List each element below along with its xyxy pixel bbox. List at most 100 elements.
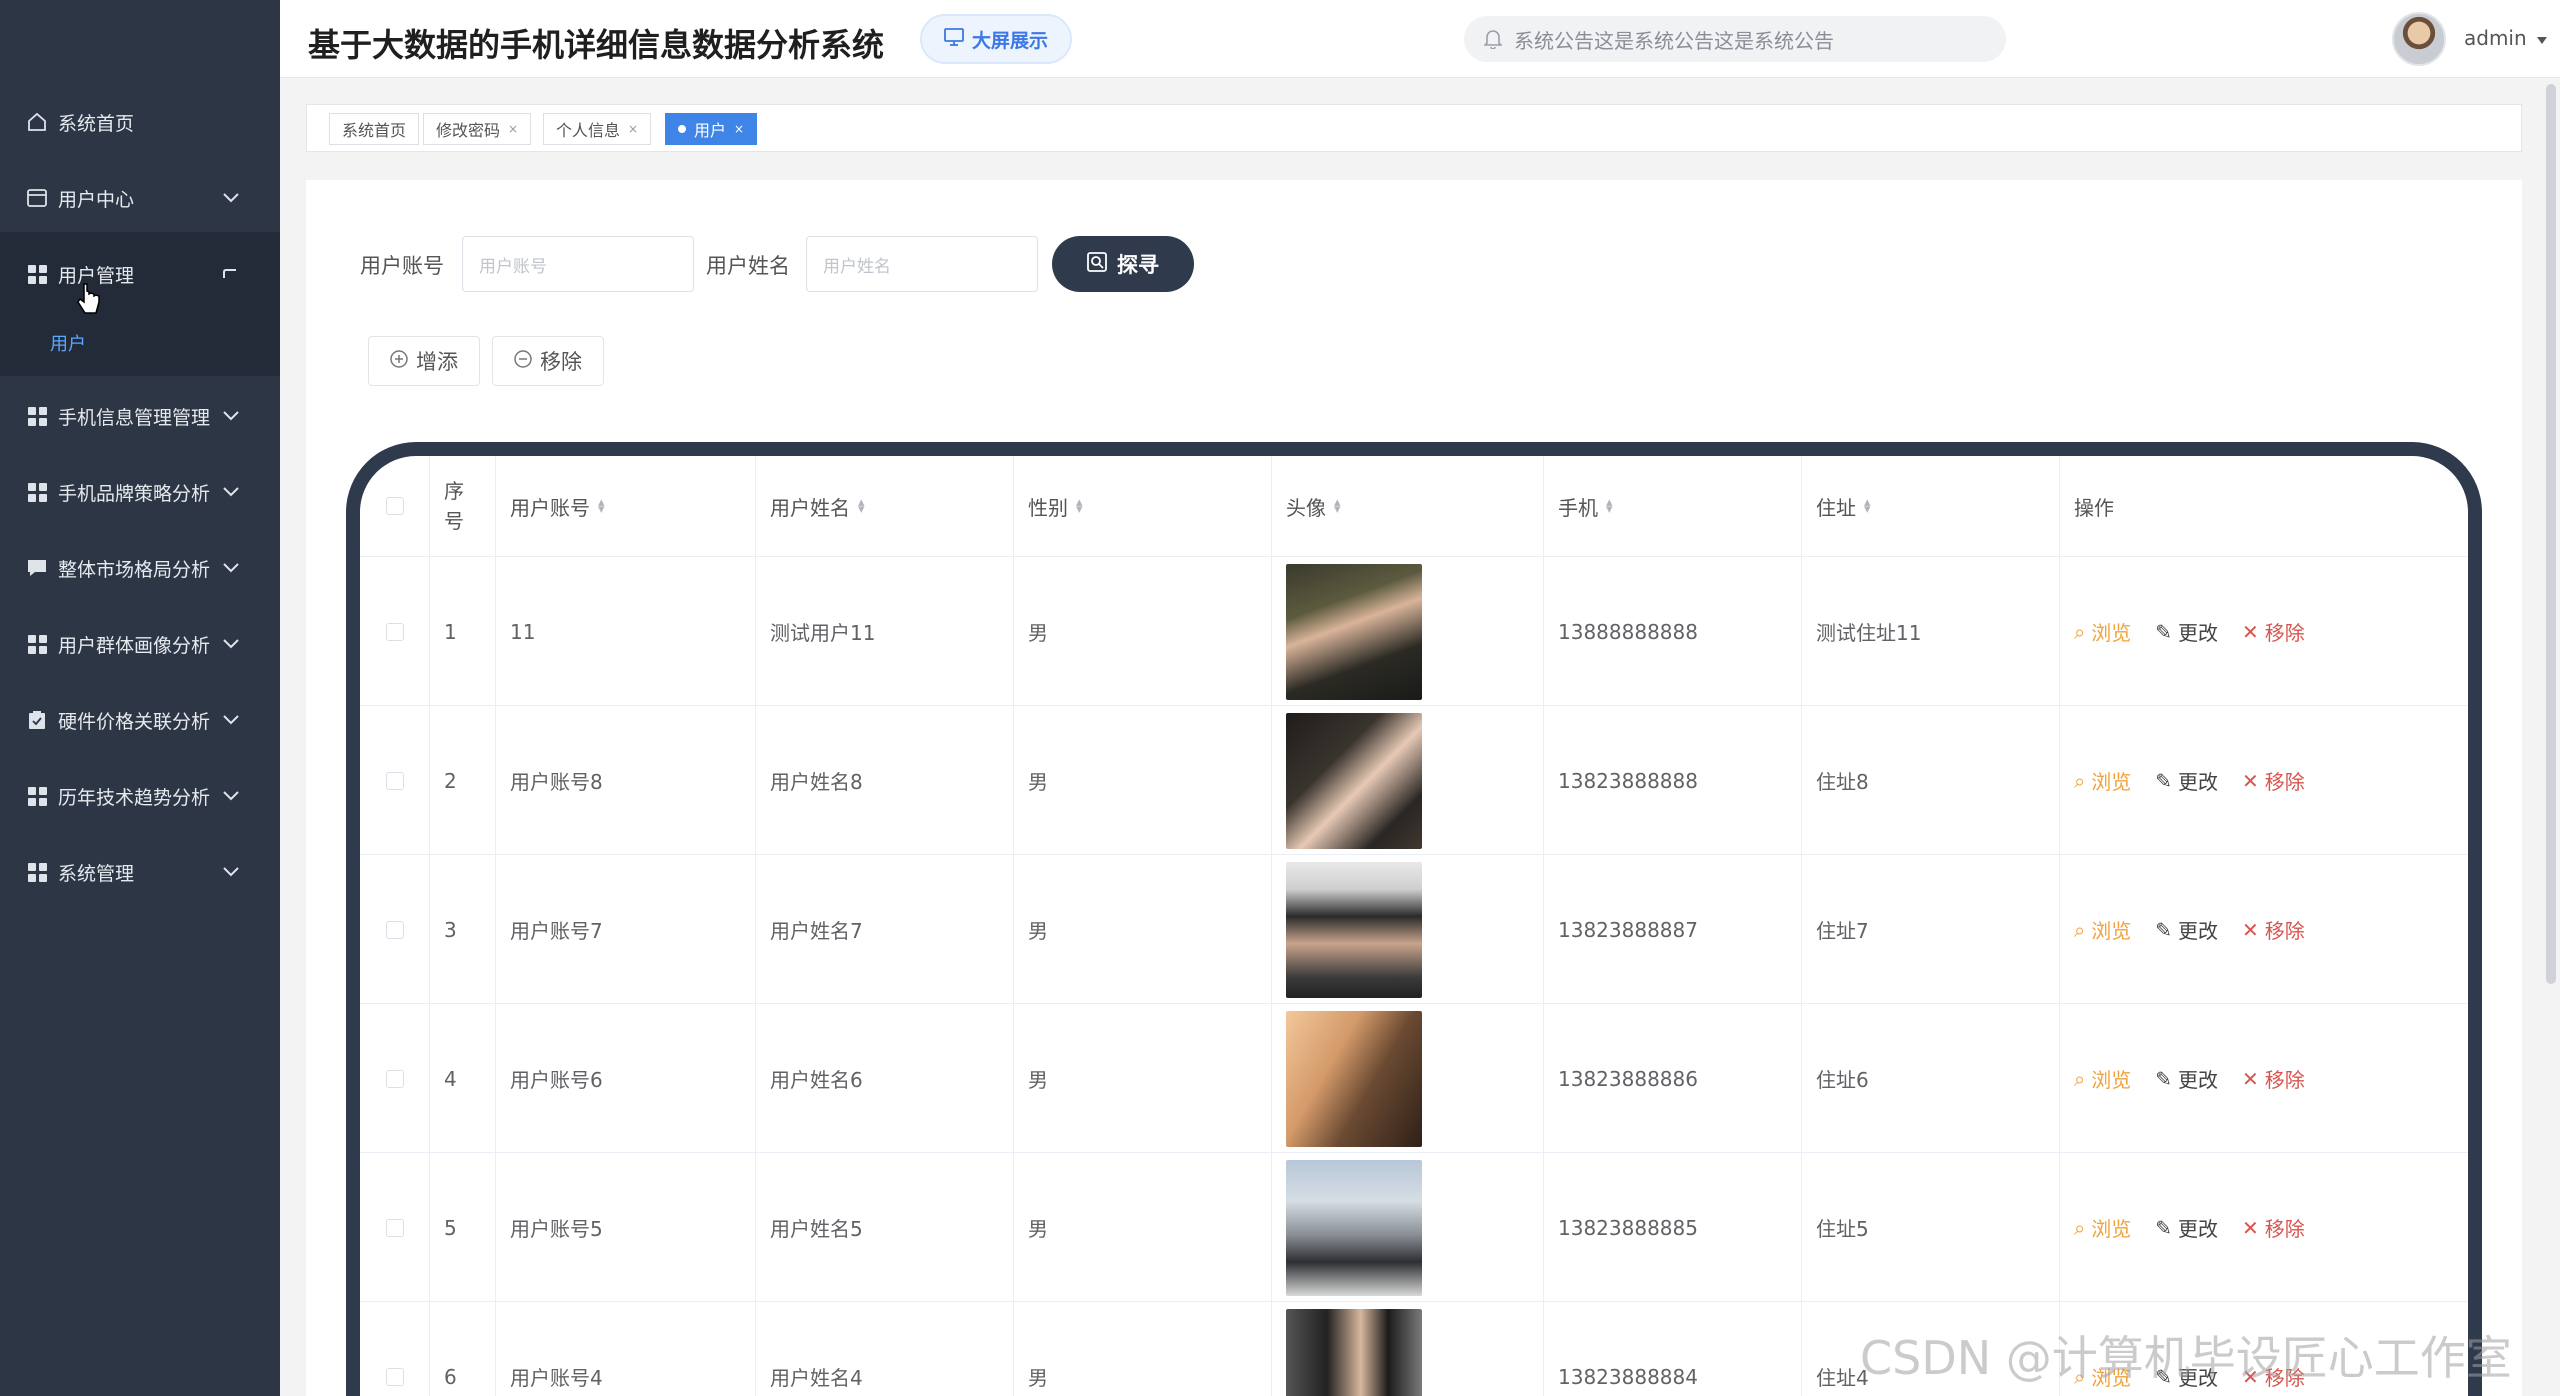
cell-name: 用户姓名7 bbox=[756, 855, 1014, 1004]
avatar-image[interactable] bbox=[1286, 1010, 1422, 1147]
header-account[interactable]: 用户账号 ▴ ▾ bbox=[496, 456, 756, 556]
view-button[interactable]: ⌕ 浏览 bbox=[2074, 766, 2131, 795]
header-index: 序号 bbox=[430, 456, 496, 556]
cell-account: 用户账号5 bbox=[496, 1153, 756, 1302]
header-label: 用户账号 bbox=[510, 495, 590, 520]
row-checkbox[interactable] bbox=[385, 1367, 404, 1386]
grid-icon bbox=[26, 405, 48, 427]
edit-button[interactable]: ✎ 更改 bbox=[2155, 1213, 2218, 1242]
header-phone[interactable]: 手机 ▴ ▾ bbox=[1544, 456, 1802, 556]
edit-icon: ✎ bbox=[2155, 768, 2172, 793]
avatar-image[interactable] bbox=[1286, 563, 1422, 700]
close-icon[interactable]: × bbox=[734, 122, 744, 136]
sort-icon[interactable]: ▴ ▾ bbox=[1864, 496, 1871, 516]
row-checkbox[interactable] bbox=[385, 1069, 404, 1088]
view-button[interactable]: ⌕ 浏览 bbox=[2074, 1213, 2131, 1242]
edit-button[interactable]: ✎ 更改 bbox=[2155, 617, 2218, 646]
account-search-input[interactable]: 用户账号 bbox=[462, 236, 694, 292]
close-icon[interactable]: × bbox=[508, 122, 518, 136]
sidebar-item-label: 手机品牌策略分析 bbox=[58, 482, 211, 505]
tab-home[interactable]: 系统首页 bbox=[329, 113, 420, 145]
header-name[interactable]: 用户姓名 ▴ ▾ bbox=[756, 456, 1014, 556]
sort-icon[interactable]: ▴ ▾ bbox=[1606, 496, 1613, 516]
header-address[interactable]: 住址 ▴ ▾ bbox=[1802, 456, 2060, 556]
delete-button[interactable]: ✕ 移除 bbox=[2242, 617, 2305, 646]
row-checkbox[interactable] bbox=[385, 1218, 404, 1237]
avatar-image[interactable] bbox=[1286, 1308, 1422, 1396]
header-gender[interactable]: 性别 ▴ ▾ bbox=[1014, 456, 1272, 556]
page-scrollbar[interactable] bbox=[2546, 84, 2556, 984]
avatar[interactable] bbox=[2392, 12, 2446, 66]
sidebar-item-home[interactable]: 系统首页 bbox=[0, 84, 280, 160]
view-button[interactable]: ⌕ 浏览 bbox=[2074, 915, 2131, 944]
row-checkbox[interactable] bbox=[385, 622, 404, 641]
card-icon bbox=[26, 187, 48, 209]
sidebar-item-user-management[interactable]: 用户管理 bbox=[0, 236, 280, 312]
user-menu[interactable]: admin bbox=[2464, 26, 2547, 50]
grid-icon bbox=[26, 861, 48, 883]
sidebar-item-system[interactable]: 系统管理 bbox=[0, 834, 280, 910]
sidebar-item-user-center[interactable]: 用户中心 bbox=[0, 160, 280, 236]
edit-button[interactable]: ✎ 更改 bbox=[2155, 766, 2218, 795]
edit-icon: ✎ bbox=[2155, 1215, 2172, 1240]
name-search-input[interactable]: 用户姓名 bbox=[806, 236, 1038, 292]
delete-button[interactable]: ✕ 移除 bbox=[2242, 1213, 2305, 1242]
sort-icon[interactable]: ▴ ▾ bbox=[1334, 496, 1341, 516]
view-button[interactable]: ⌕ 浏览 bbox=[2074, 1064, 2131, 1093]
avatar-image[interactable] bbox=[1286, 1159, 1422, 1296]
search-icon bbox=[1087, 251, 1107, 277]
cell-index: 1 bbox=[430, 557, 496, 706]
sidebar-item-market[interactable]: 整体市场格局分析 bbox=[0, 530, 280, 606]
sidebar-item-label: 硬件价格关联分析 bbox=[58, 710, 211, 733]
sidebar-subitem-user[interactable]: 用户 bbox=[50, 330, 86, 356]
tab-label: 用户 bbox=[694, 121, 727, 140]
big-screen-button[interactable]: 大屏展示 bbox=[920, 14, 1072, 64]
close-icon: ✕ bbox=[2241, 1066, 2259, 1091]
edit-icon: ✎ bbox=[2155, 917, 2172, 942]
edit-button[interactable]: ✎ 更改 bbox=[2155, 915, 2218, 944]
cell-index: 2 bbox=[430, 706, 496, 855]
sidebar-item-label: 手机信息管理管理 bbox=[58, 406, 211, 429]
sort-icon[interactable]: ▴ ▾ bbox=[858, 496, 865, 516]
bell-icon bbox=[1484, 29, 1502, 49]
sort-icon[interactable]: ▴ ▾ bbox=[1076, 496, 1083, 516]
add-button[interactable]: 增添 bbox=[368, 336, 480, 386]
row-checkbox[interactable] bbox=[385, 920, 404, 939]
cell-gender: 男 bbox=[1014, 855, 1272, 1004]
sidebar-item-tech-trend[interactable]: 历年技术趋势分析 bbox=[0, 758, 280, 834]
account-label: 用户账号 bbox=[360, 254, 444, 278]
sidebar-item-phone-info[interactable]: 手机信息管理管理 bbox=[0, 378, 280, 454]
close-icon[interactable]: × bbox=[628, 122, 638, 136]
cell-name: 测试用户11 bbox=[756, 557, 1014, 706]
delete-button[interactable]: ✕ 移除 bbox=[2242, 1064, 2305, 1093]
remove-button[interactable]: 移除 bbox=[492, 336, 604, 386]
edit-button[interactable]: ✎ 更改 bbox=[2155, 1064, 2218, 1093]
search-button[interactable]: 探寻 bbox=[1052, 236, 1194, 292]
sidebar-item-hardware-price[interactable]: 硬件价格关联分析 bbox=[0, 682, 280, 758]
edit-icon: ✎ bbox=[2155, 619, 2172, 644]
avatar-image[interactable] bbox=[1286, 861, 1422, 998]
grid-icon bbox=[26, 263, 48, 285]
top-header: 基于大数据的手机详细信息数据分析系统 大屏展示 系统公告这是系统公告这是系统公告… bbox=[280, 0, 2560, 78]
sort-icon[interactable]: ▴ ▾ bbox=[598, 496, 605, 516]
row-checkbox[interactable] bbox=[385, 771, 404, 790]
tab-profile[interactable]: 个人信息 × bbox=[543, 113, 652, 145]
sidebar: 系统首页 用户中心 用户管理 用户 手机信息管理管理 手机品牌策略分析 整体市场… bbox=[0, 0, 280, 1396]
tab-change-password[interactable]: 修改密码 × bbox=[423, 113, 532, 145]
notice-text: 系统公告这是系统公告这是系统公告 bbox=[1514, 28, 1834, 53]
avatar-image[interactable] bbox=[1286, 712, 1422, 849]
sidebar-item-brand-strategy[interactable]: 手机品牌策略分析 bbox=[0, 454, 280, 530]
select-all-checkbox[interactable] bbox=[385, 497, 404, 515]
header-label: 用户姓名 bbox=[770, 495, 850, 520]
delete-button[interactable]: ✕ 移除 bbox=[2242, 766, 2305, 795]
active-dot-icon bbox=[678, 125, 686, 133]
view-button[interactable]: ⌕ 浏览 bbox=[2074, 617, 2131, 646]
cell-name: 用户姓名4 bbox=[756, 1302, 1014, 1396]
header-avatar[interactable]: 头像 ▴ ▾ bbox=[1272, 456, 1544, 556]
tab-user[interactable]: 用户 × bbox=[665, 113, 758, 145]
table-row: 5 用户账号5 用户姓名5 男 13823888885 住址5 ⌕ 浏览 ✎ 更改 … bbox=[360, 1152, 2468, 1302]
sidebar-item-user-profile[interactable]: 用户群体画像分析 bbox=[0, 606, 280, 682]
mouse-pointer-icon bbox=[76, 282, 102, 320]
delete-button[interactable]: ✕ 移除 bbox=[2242, 915, 2305, 944]
cell-address: 住址7 bbox=[1802, 855, 2060, 1004]
